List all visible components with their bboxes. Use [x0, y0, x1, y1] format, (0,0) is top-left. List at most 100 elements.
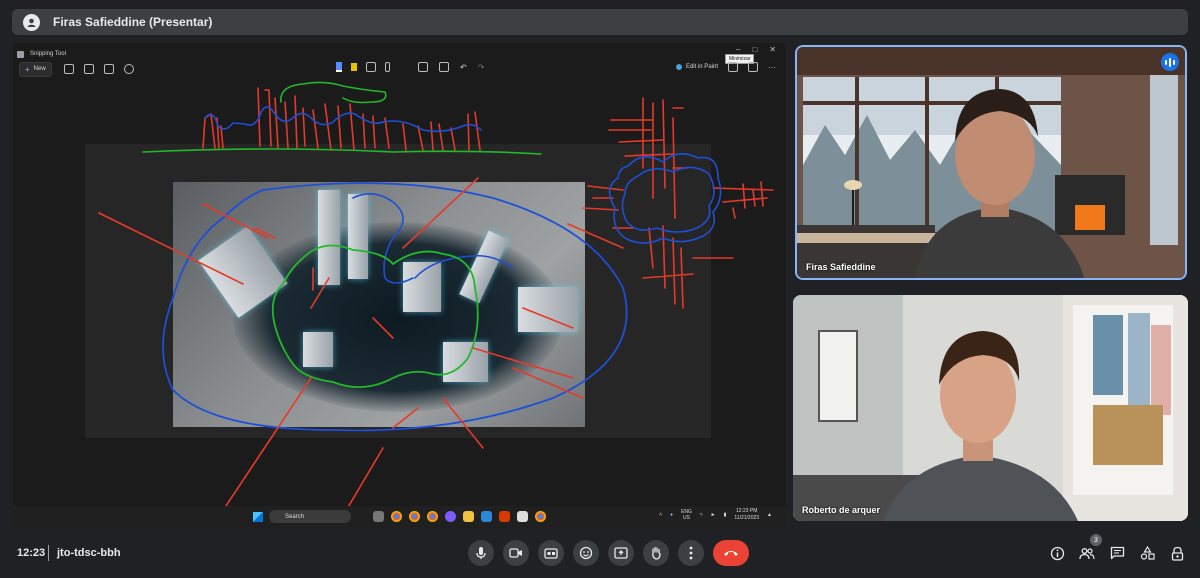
- chat-button[interactable]: [1108, 544, 1126, 562]
- presenter-bar: Firas Safieddine (Presentar): [12, 9, 1188, 35]
- call-controls: [468, 540, 749, 566]
- snipping-toolbar: + New ↶ ↷ Edit in Paint ···: [13, 60, 786, 78]
- copy-icon[interactable]: [748, 62, 758, 72]
- camera-button[interactable]: [503, 540, 529, 566]
- edit-in-paint-label: Edit in Paint: [685, 64, 718, 70]
- meeting-controls-bar: 12:23 jto-tdsc-bbh 3: [0, 534, 1200, 578]
- people-button[interactable]: 3: [1078, 534, 1102, 562]
- new-snip-button[interactable]: + New: [19, 61, 52, 77]
- shared-screen: Snipping Tool – □ ✕ Minimizar + New ↶ ↷: [13, 43, 786, 528]
- clock-date: 11/21/2023: [734, 515, 760, 521]
- taskbar-search-label: Search: [285, 513, 305, 520]
- chat-icon: [1110, 546, 1124, 560]
- battery-icon[interactable]: ▮: [724, 512, 727, 518]
- language-indicator[interactable]: ENG US: [681, 509, 692, 521]
- ruler-icon[interactable]: [385, 62, 390, 72]
- emoji-icon: [579, 546, 593, 560]
- raise-hand-button[interactable]: [643, 540, 669, 566]
- present-screen-button[interactable]: [608, 540, 634, 566]
- file-explorer-icon[interactable]: [463, 511, 474, 522]
- meeting-info-divider: [48, 545, 49, 561]
- windows-taskbar: Search ˄ ● ENG US ≈ ► ▮ 12:23 PM 11/21/2…: [13, 506, 786, 528]
- chrome-icon[interactable]: [535, 511, 546, 522]
- captions-button[interactable]: [538, 540, 564, 566]
- region-code: US: [683, 515, 690, 521]
- snipping-tool-icon: [17, 50, 24, 58]
- meeting-side-controls: 3: [1048, 534, 1186, 562]
- save-icon[interactable]: [728, 62, 738, 72]
- plus-icon: +: [25, 64, 30, 74]
- participant-name: Firas Safieddine: [806, 262, 876, 272]
- reactions-button[interactable]: [573, 540, 599, 566]
- snip-canvas[interactable]: [13, 78, 786, 506]
- wifi-icon[interactable]: ≈: [700, 512, 703, 518]
- activities-button[interactable]: [1138, 544, 1156, 562]
- camera-icon[interactable]: [63, 64, 74, 74]
- snipping-tool-icon[interactable]: [517, 511, 528, 522]
- host-controls-button[interactable]: [1168, 544, 1186, 562]
- highlighter-icon[interactable]: [351, 63, 357, 71]
- edit-tools: ↶ ↷: [418, 62, 484, 72]
- chrome-icon[interactable]: [391, 511, 402, 522]
- text-actions-icon[interactable]: [439, 62, 449, 72]
- maximize-icon[interactable]: □: [752, 45, 757, 54]
- chrome-icon[interactable]: [409, 511, 420, 522]
- participant-name: Roberto de arquer: [802, 505, 881, 515]
- meeting-code: jto-tdsc-bbh: [57, 547, 121, 559]
- app-icon[interactable]: [481, 511, 492, 522]
- app-icon[interactable]: [499, 511, 510, 522]
- video-feed-roberto: [793, 295, 1188, 521]
- video-feed-firas: [797, 47, 1185, 278]
- close-icon[interactable]: ✕: [769, 45, 776, 54]
- system-tray: ˄ ● ENG US ≈ ► ▮ 12:23 PM 11/21/2023 ▲: [659, 508, 772, 522]
- meeting-details-button[interactable]: [1048, 544, 1066, 562]
- redo-icon[interactable]: ↷: [478, 63, 485, 72]
- snip-right-actions: Edit in Paint ···: [675, 62, 776, 72]
- task-view-icon[interactable]: [373, 511, 384, 522]
- clock-time: 12:23 PM: [736, 508, 758, 514]
- window-title: Snipping Tool: [30, 51, 66, 57]
- avatar: [23, 13, 40, 31]
- new-snip-label: New: [33, 66, 46, 72]
- notification-bell-icon[interactable]: ▲: [767, 512, 772, 518]
- meeting-time: 12:23: [17, 547, 46, 559]
- people-icon: [1079, 547, 1095, 559]
- present-screen-icon: [614, 547, 628, 559]
- speaking-indicator-icon: [1161, 53, 1179, 71]
- info-icon: [1050, 546, 1064, 560]
- ballpoint-pen-icon[interactable]: [336, 62, 342, 72]
- app-icon[interactable]: [445, 511, 456, 522]
- window-controls: – □ ✕: [736, 45, 776, 54]
- minimize-icon[interactable]: –: [736, 45, 740, 54]
- more-options-button[interactable]: [678, 540, 704, 566]
- participant-count-badge: 3: [1090, 534, 1102, 546]
- undo-icon[interactable]: ↶: [460, 63, 467, 72]
- lock-person-icon: [1171, 546, 1183, 561]
- video-icon[interactable]: [83, 64, 94, 74]
- end-call-button[interactable]: [713, 540, 749, 566]
- windows-start-icon[interactable]: [253, 512, 263, 522]
- timer-icon[interactable]: [123, 64, 134, 74]
- taskbar-apps: [373, 511, 546, 522]
- chevron-up-icon[interactable]: ˄: [659, 512, 662, 518]
- volume-icon[interactable]: ►: [711, 512, 716, 518]
- more-options-icon[interactable]: ···: [768, 63, 776, 72]
- crop-icon[interactable]: [418, 62, 428, 72]
- paint-icon: [675, 64, 682, 70]
- snip-shape-icon[interactable]: [103, 64, 114, 74]
- participant-tile[interactable]: Roberto de arquer: [793, 295, 1188, 521]
- video-camera-icon: [509, 548, 522, 558]
- edit-in-paint-button[interactable]: Edit in Paint: [675, 64, 718, 70]
- phone-hangup-icon: [724, 551, 738, 556]
- hand-icon: [652, 546, 661, 560]
- captions-icon: [544, 547, 558, 559]
- participant-tile[interactable]: Firas Safieddine: [795, 45, 1187, 280]
- microphone-button[interactable]: [468, 540, 494, 566]
- microphone-icon[interactable]: ●: [670, 512, 673, 518]
- presenter-name: Firas Safieddine (Presentar): [53, 15, 213, 29]
- taskbar-search[interactable]: Search: [269, 510, 351, 523]
- taskbar-clock[interactable]: 12:23 PM 11/21/2023: [734, 508, 759, 522]
- microphone-icon: [476, 547, 486, 559]
- chrome-icon[interactable]: [427, 511, 438, 522]
- eraser-icon[interactable]: [366, 62, 376, 72]
